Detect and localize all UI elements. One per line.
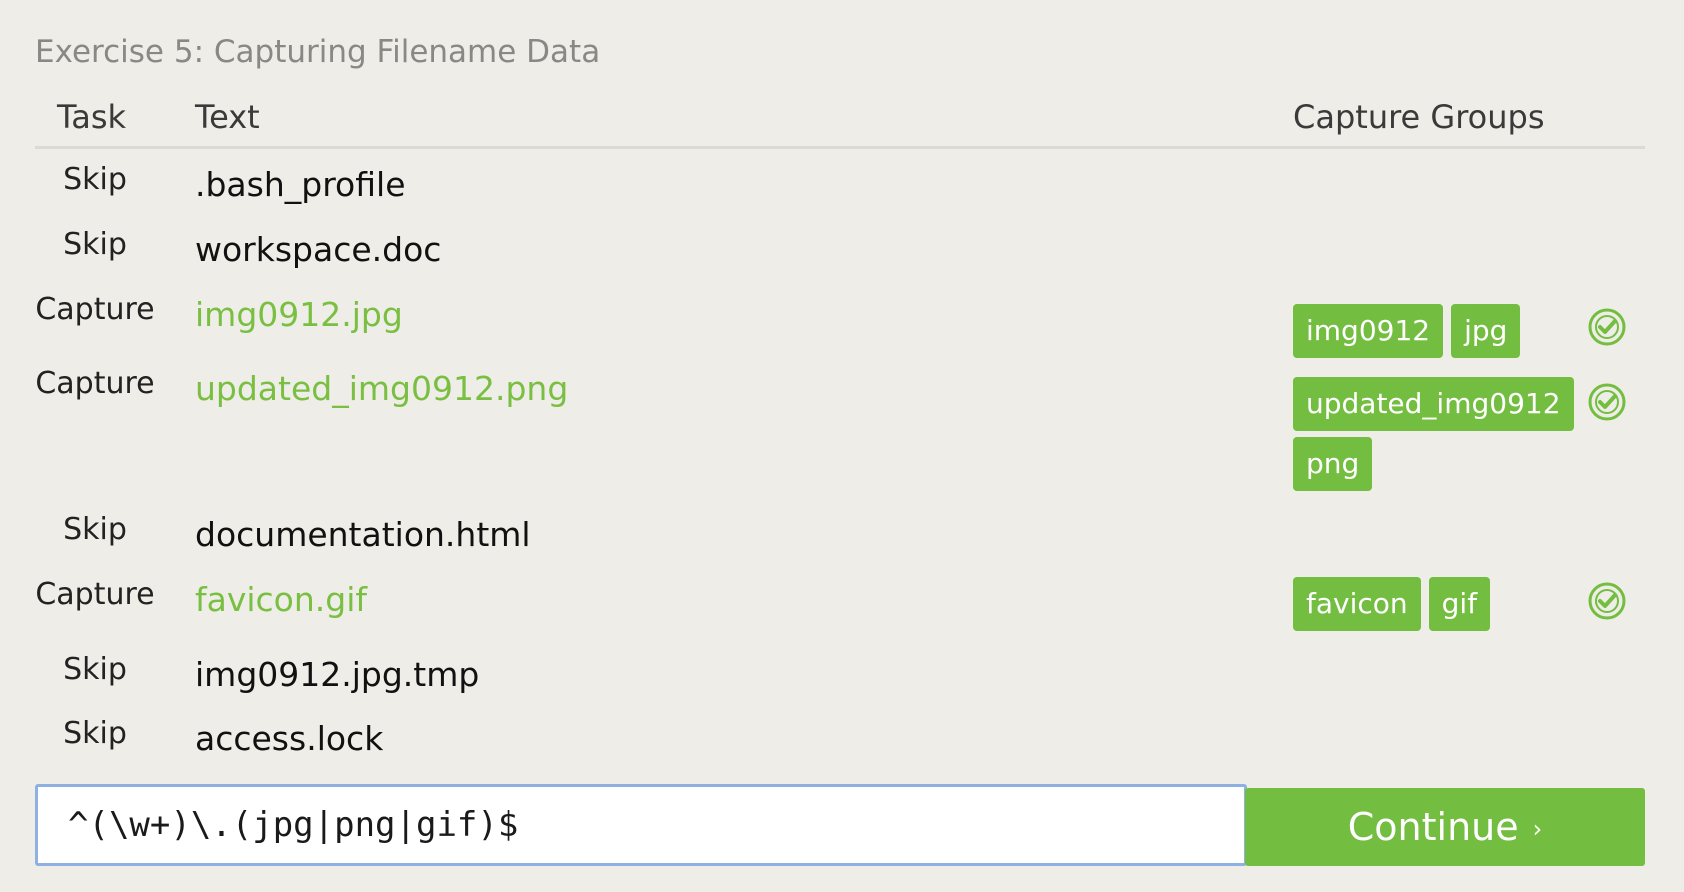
capture-groups: img0912 jpg [1293, 304, 1553, 358]
row-text: access.lock [195, 719, 384, 758]
check-circle-icon [1588, 308, 1626, 346]
capture-groups: favicon gif [1293, 577, 1553, 631]
capture-group-chip: favicon [1293, 577, 1421, 631]
row-text: img0912.jpg.tmp [195, 655, 480, 694]
capture-groups: updated_img0912 png [1293, 377, 1574, 491]
capture-group-chip: img0912 [1293, 304, 1444, 358]
task-label: Capture [35, 366, 155, 401]
capture-group-chip: gif [1428, 577, 1491, 631]
row-text: workspace.doc [195, 230, 442, 269]
task-label: Skip [63, 716, 127, 751]
table-header: Task Text Capture Groups [35, 92, 1645, 149]
capture-groups-column-header: Capture Groups [1293, 98, 1545, 136]
continue-label: Continue [1347, 805, 1519, 849]
task-label: Skip [63, 227, 127, 262]
row-text: documentation.html [195, 515, 531, 554]
regex-input-container [35, 784, 1247, 866]
capture-group-chip: jpg [1451, 304, 1521, 358]
task-label: Skip [63, 162, 127, 197]
text-column-header: Text [195, 98, 260, 136]
regex-input[interactable] [38, 787, 1244, 863]
exercise-title: Exercise 5: Capturing Filename Data [35, 34, 601, 70]
continue-button[interactable]: Continue › [1245, 788, 1645, 866]
row-text: favicon.gif [195, 580, 368, 619]
row-text: updated_img0912.png [195, 369, 569, 408]
capture-group-chip: updated_img0912 [1293, 377, 1574, 431]
task-label: Skip [63, 512, 127, 547]
row-text: img0912.jpg [195, 295, 403, 334]
row-text: .bash_profile [195, 165, 406, 204]
task-label: Capture [35, 292, 155, 327]
chevron-right-icon: › [1532, 815, 1543, 843]
exercise-page: Exercise 5: Capturing Filename Data Task… [0, 0, 1684, 892]
check-circle-icon [1588, 582, 1626, 620]
task-label: Capture [35, 577, 155, 612]
check-circle-icon [1588, 383, 1626, 421]
capture-group-chip: png [1293, 437, 1373, 491]
task-label: Skip [63, 652, 127, 687]
task-column-header: Task [57, 98, 127, 136]
